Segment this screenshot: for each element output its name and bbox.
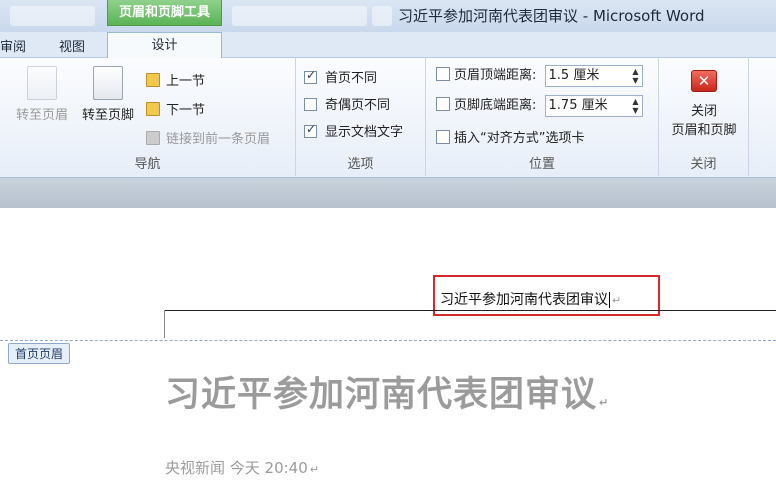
close-header-footer-button[interactable]: ✕ 关闭 页眉和页脚 — [659, 64, 749, 138]
footer-bottom-label: 页脚底端距离: — [454, 98, 537, 113]
different-odd-even-label: 奇偶页不同 — [325, 98, 391, 113]
margin-corner-mark — [164, 310, 165, 338]
blurred-tab[interactable] — [372, 6, 392, 26]
header-distance-icon — [436, 67, 450, 81]
spinner-arrows-icon[interactable]: ▲ ▼ — [632, 67, 638, 85]
document-page[interactable]: 习近平参加河南代表团审议 ↵ 首页页眉 习近平参加河南代表团审议 ↵ 央视新闻 今天… — [0, 208, 776, 489]
link-previous-button[interactable]: 链接到前一条页眉 — [146, 128, 270, 147]
footer-bottom-row: 页脚底端距离: 1.75 厘米 ▲ ▼ — [436, 94, 643, 117]
different-odd-even-checkbox[interactable]: 奇偶页不同 — [304, 94, 390, 113]
tab-design[interactable]: 设计 — [107, 32, 222, 59]
prev-section-icon — [146, 73, 160, 87]
group-label-navigation: 导航 — [134, 157, 161, 172]
footer-bottom-spinner[interactable]: 1.75 厘米 ▲ ▼ — [544, 94, 643, 117]
group-options: 首页不同 奇偶页不同 显示文档文字 选项 — [296, 58, 426, 176]
paragraph-mark-icon: ↵ — [599, 396, 610, 409]
show-doc-text-checkbox[interactable]: 显示文档文字 — [304, 121, 403, 140]
spinner-arrows-icon[interactable]: ▲ ▼ — [632, 97, 638, 115]
checkbox-checked-icon — [304, 68, 317, 84]
group-navigation: 转至页眉 转至页脚 上一节 下一节 链接到前一条页眉 导航 — [0, 58, 296, 176]
header-top-row: 页眉顶端距离: 1.5 厘米 ▲ ▼ — [436, 64, 643, 87]
footer-bottom-value: 1.75 厘米 — [548, 97, 608, 113]
group-close: ✕ 关闭 页眉和页脚 关闭 — [659, 58, 749, 176]
checkbox-unchecked-icon — [304, 98, 317, 111]
document-meta-text: 央视新闻 今天 20:40 — [165, 459, 308, 477]
different-first-label: 首页不同 — [325, 71, 378, 86]
group-label-position: 位置 — [528, 157, 555, 172]
next-section-button[interactable]: 下一节 — [146, 99, 205, 118]
header-border-line — [164, 310, 776, 311]
show-doc-text-label: 显示文档文字 — [325, 125, 404, 140]
ribbon-tab-row: 审阅 视图 设计 — [0, 32, 776, 59]
document-title-text: 习近平参加河南代表团审议 — [165, 375, 598, 415]
close-button-line1: 关闭 — [690, 104, 717, 119]
paragraph-mark-icon: ↵ — [309, 463, 319, 476]
different-first-checkbox[interactable]: 首页不同 — [304, 67, 377, 86]
header-boundary-line — [0, 340, 776, 341]
next-section-icon — [146, 102, 160, 116]
title-bar: 页眉和页脚工具 习近平参加河南代表团审议 - Microsoft Word — [0, 0, 776, 32]
header-top-spinner[interactable]: 1.5 厘米 ▲ ▼ — [544, 64, 643, 87]
header-top-value: 1.5 厘米 — [548, 67, 600, 83]
goto-header-label: 转至页眉 — [15, 108, 68, 123]
group-label-options: 选项 — [347, 157, 374, 172]
group-label-close: 关闭 — [690, 157, 717, 172]
goto-footer-label: 转至页脚 — [81, 108, 134, 123]
blurred-tab[interactable] — [232, 6, 367, 26]
insert-align-tab-button[interactable]: 插入“对齐方式”选项卡 — [436, 127, 584, 146]
blurred-tab[interactable] — [10, 6, 95, 26]
goto-header-button[interactable]: 转至页眉 — [10, 66, 74, 123]
checkbox-checked-icon — [304, 122, 317, 138]
insert-align-tab-label: 插入“对齐方式”选项卡 — [454, 131, 585, 146]
ribbon: 转至页眉 转至页脚 上一节 下一节 链接到前一条页眉 导航 首页不同 奇偶页不同… — [0, 58, 776, 178]
header-top-label: 页眉顶端距离: — [454, 68, 537, 83]
context-tab-group-header: 页眉和页脚工具 — [107, 0, 222, 26]
next-section-label: 下一节 — [166, 103, 206, 118]
prev-section-button[interactable]: 上一节 — [146, 70, 205, 89]
align-tab-icon — [436, 130, 450, 144]
window-title: 习近平参加河南代表团审议 - Microsoft Word — [398, 7, 705, 25]
tab-view[interactable]: 视图 — [59, 36, 85, 55]
group-position: 页眉顶端距离: 1.5 厘米 ▲ ▼ 页脚底端距离: 1.75 厘米 ▲ ▼ 插入“对齐… — [426, 58, 659, 176]
document-title[interactable]: 习近平参加河南代表团审议 ↵ — [165, 366, 609, 417]
close-button-line2: 页眉和页脚 — [671, 123, 737, 138]
link-icon — [146, 131, 160, 145]
tab-review[interactable]: 审阅 — [0, 36, 26, 55]
close-icon: ✕ — [691, 70, 717, 92]
ruler-band — [0, 178, 776, 208]
goto-footer-button[interactable]: 转至页脚 — [76, 66, 140, 123]
link-previous-label: 链接到前一条页眉 — [166, 132, 271, 147]
header-region-label: 首页页眉 — [8, 343, 71, 364]
header-page-icon — [27, 66, 57, 100]
document-meta[interactable]: 央视新闻 今天 20:40 ↵ — [165, 457, 319, 478]
footer-page-icon — [93, 66, 123, 100]
footer-distance-icon — [436, 97, 450, 111]
prev-section-label: 上一节 — [166, 74, 206, 89]
